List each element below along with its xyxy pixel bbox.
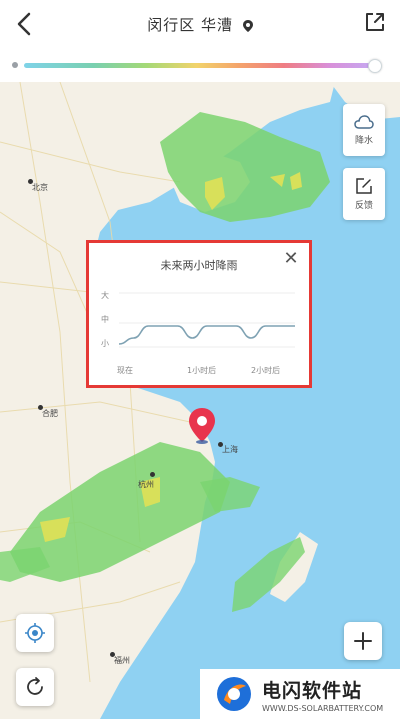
- feedback-label: 反馈: [354, 201, 373, 211]
- y-tick-label: 中: [101, 315, 109, 324]
- site-watermark: 电闪软件站 WWW.DS-SOLARBATTERY.COM: [200, 669, 400, 719]
- y-tick-label: 小: [101, 339, 109, 348]
- timeline-start-dot: [12, 62, 18, 68]
- share-icon: [366, 13, 384, 31]
- cloud-icon: [354, 115, 374, 129]
- x-tick-label: 1小时后: [187, 366, 217, 375]
- share-button[interactable]: [362, 9, 388, 35]
- watermark-url: WWW.DS-SOLARBATTERY.COM: [262, 703, 384, 713]
- rain-series-line: [118, 325, 295, 345]
- city-label: 福州: [114, 656, 130, 665]
- zoom-in-button[interactable]: [344, 622, 382, 660]
- radar-map[interactable]: 北京 合肥 上海 杭州 福州 降水 反馈: [0, 82, 400, 719]
- edit-icon: [356, 178, 372, 194]
- plus-icon: [354, 632, 372, 650]
- feedback-button[interactable]: 反馈: [343, 168, 385, 220]
- x-tick-label: 2小时后: [251, 366, 281, 375]
- page-title: 闵行区 华漕: [147, 16, 233, 34]
- precipitation-label: 降水: [354, 136, 373, 146]
- x-tick-label: 现在: [117, 366, 133, 375]
- timeline-bar[interactable]: [24, 63, 370, 68]
- watermark-name: 电闪软件站: [262, 679, 363, 702]
- watermark-text: 电闪软件站 WWW.DS-SOLARBATTERY.COM: [262, 676, 383, 713]
- site-logo: [217, 677, 251, 711]
- refresh-icon: [27, 677, 43, 695]
- refresh-button[interactable]: [16, 668, 54, 706]
- timeline-slider[interactable]: [0, 50, 400, 82]
- page-title-wrap: 闵行区 华漕: [0, 14, 400, 35]
- city-label: 上海: [222, 445, 238, 454]
- locate-icon: [25, 623, 45, 643]
- precipitation-button[interactable]: 降水: [343, 104, 385, 156]
- top-bar: 闵行区 华漕: [0, 0, 400, 50]
- rain-forecast-popup: 未来两小时降雨 ✕ 大 中 小 现在 1小时后 2小时后: [86, 240, 312, 388]
- location-marker-icon[interactable]: [188, 408, 216, 444]
- city-label: 北京: [32, 183, 48, 192]
- city-dot: [150, 472, 155, 477]
- timeline-handle-icon[interactable]: [368, 59, 382, 73]
- y-tick-label: 大: [101, 291, 109, 300]
- map-base: [0, 82, 400, 719]
- rain-chart: [118, 292, 295, 348]
- location-pin-icon: [242, 19, 253, 32]
- city-label: 杭州: [138, 480, 154, 489]
- city-label: 合肥: [42, 409, 58, 418]
- locate-button[interactable]: [16, 614, 54, 652]
